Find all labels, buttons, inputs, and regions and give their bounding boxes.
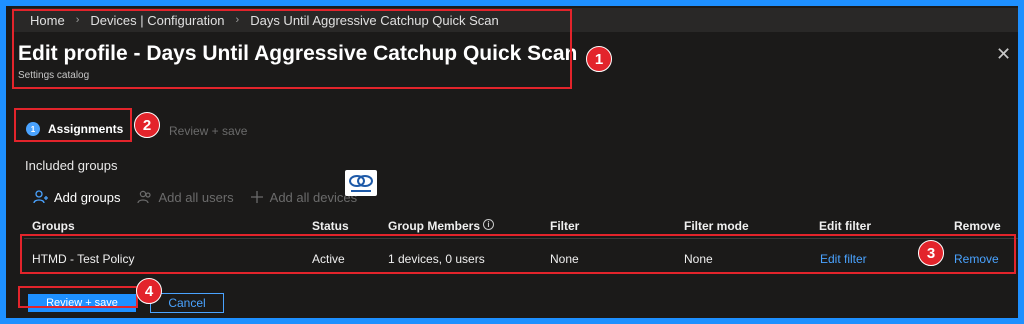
step-review-save[interactable]: Review + save <box>169 124 247 138</box>
add-groups-button[interactable]: Add groups <box>32 189 121 205</box>
people-icon <box>136 190 151 204</box>
included-groups-label: Included groups <box>25 158 118 173</box>
assignment-toolbar: Add groups Add all users Add all devices <box>32 189 373 205</box>
column-edit-filter: Edit filter <box>819 219 872 233</box>
column-status: Status <box>312 219 349 233</box>
column-group-members-label: Group Members <box>388 219 481 233</box>
column-filter: Filter <box>550 219 580 233</box>
annotation-box-row <box>20 234 1016 274</box>
column-remove: Remove <box>954 219 1001 233</box>
annotation-badge-2: 2 <box>134 112 160 138</box>
plus-icon <box>250 191 263 203</box>
htmd-logo <box>345 170 377 196</box>
cancel-button[interactable]: Cancel <box>150 293 224 313</box>
person-add-icon <box>33 190 48 204</box>
annotation-box-header <box>12 9 572 89</box>
annotation-badge-4: 4 <box>136 278 162 304</box>
column-filter-mode: Filter mode <box>684 219 749 233</box>
add-all-devices-button[interactable]: Add all devices <box>250 190 357 205</box>
add-all-users-button[interactable]: Add all users <box>136 189 234 205</box>
annotation-badge-1: 1 <box>586 46 612 72</box>
add-groups-label: Add groups <box>54 189 121 205</box>
annotation-box-assignments <box>14 108 132 142</box>
column-group-members: Group Members i <box>388 219 495 233</box>
column-groups: Groups <box>32 219 75 233</box>
annotation-badge-3: 3 <box>918 240 944 266</box>
info-icon[interactable]: i <box>483 219 495 230</box>
edit-profile-panel: Home › Devices | Configuration › Days Un… <box>6 6 1018 318</box>
close-icon[interactable]: ✕ <box>996 44 1011 65</box>
add-all-users-label: Add all users <box>158 189 234 205</box>
add-all-devices-label: Add all devices <box>269 189 358 205</box>
annotation-box-review-save <box>18 286 138 308</box>
